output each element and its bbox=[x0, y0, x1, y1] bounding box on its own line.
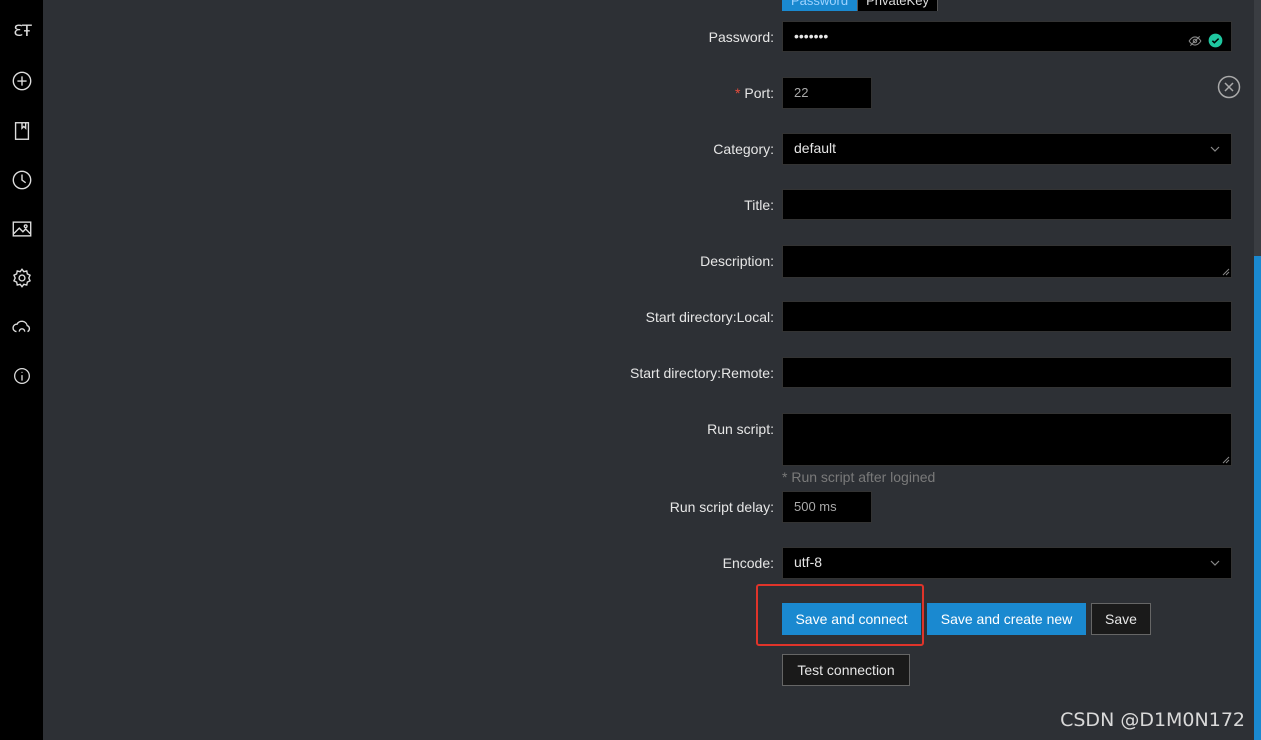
category-select[interactable]: default bbox=[782, 133, 1232, 165]
plus-circle-icon[interactable] bbox=[10, 69, 34, 93]
gear-icon[interactable] bbox=[10, 266, 34, 290]
start-local-label: Start directory:Local: bbox=[645, 309, 774, 325]
required-mark: * bbox=[734, 85, 741, 101]
close-icon[interactable] bbox=[1217, 75, 1241, 99]
history-icon[interactable] bbox=[10, 168, 34, 192]
bookmark-icon[interactable] bbox=[10, 119, 34, 143]
password-label: Password: bbox=[708, 29, 774, 45]
encode-select[interactable]: utf-8 bbox=[782, 547, 1232, 579]
start-local-input[interactable] bbox=[782, 301, 1232, 332]
chevron-down-icon bbox=[1210, 560, 1220, 566]
scrollbar-track bbox=[1254, 0, 1261, 256]
watermark: CSDN @D1M0N172 bbox=[1060, 709, 1245, 731]
run-script-hint: * Run script after logined bbox=[782, 469, 936, 485]
eye-off-icon[interactable] bbox=[1188, 29, 1202, 58]
scrollbar-thumb[interactable] bbox=[1254, 256, 1261, 740]
save-button[interactable]: Save bbox=[1091, 603, 1151, 635]
tab-private-key[interactable]: PrivateKey bbox=[857, 0, 938, 11]
encode-value: utf-8 bbox=[794, 554, 823, 570]
run-script-textarea[interactable] bbox=[782, 413, 1232, 466]
auth-type-tabs: Password PrivateKey bbox=[782, 0, 938, 11]
save-and-create-new-button[interactable]: Save and create new bbox=[927, 603, 1086, 635]
password-value: ••••••• bbox=[794, 28, 829, 44]
category-value: default bbox=[794, 140, 837, 156]
check-circle-icon bbox=[1208, 29, 1223, 58]
tab-password[interactable]: Password bbox=[782, 0, 858, 11]
highlight-box bbox=[756, 584, 924, 646]
chevron-down-icon bbox=[1210, 146, 1220, 152]
cloud-sync-icon[interactable] bbox=[10, 315, 34, 339]
password-field[interactable]: ••••••• bbox=[782, 21, 1232, 52]
resize-handle-icon[interactable] bbox=[1222, 268, 1230, 276]
category-label: Category: bbox=[713, 141, 774, 157]
scrollbar[interactable] bbox=[1254, 0, 1261, 740]
app-logo[interactable]: ƐŦ bbox=[10, 18, 34, 42]
start-remote-label: Start directory:Remote: bbox=[630, 365, 774, 381]
title-input[interactable] bbox=[782, 189, 1232, 220]
image-icon[interactable] bbox=[10, 217, 34, 241]
title-label: Title: bbox=[744, 197, 774, 213]
test-connection-button[interactable]: Test connection bbox=[782, 654, 910, 686]
port-label: * Port: bbox=[734, 85, 774, 101]
description-textarea[interactable] bbox=[782, 245, 1232, 278]
description-label: Description: bbox=[700, 253, 774, 269]
run-script-delay-input[interactable]: 500 ms bbox=[782, 491, 872, 523]
encode-label: Encode: bbox=[722, 555, 774, 571]
port-input[interactable]: 22 bbox=[782, 77, 872, 109]
run-script-label: Run script: bbox=[707, 421, 774, 437]
start-remote-input[interactable] bbox=[782, 357, 1232, 388]
run-script-delay-label: Run script delay: bbox=[669, 499, 774, 515]
sidebar: ƐŦ bbox=[0, 0, 43, 740]
resize-handle-icon[interactable] bbox=[1222, 456, 1230, 464]
info-icon[interactable] bbox=[10, 364, 34, 388]
